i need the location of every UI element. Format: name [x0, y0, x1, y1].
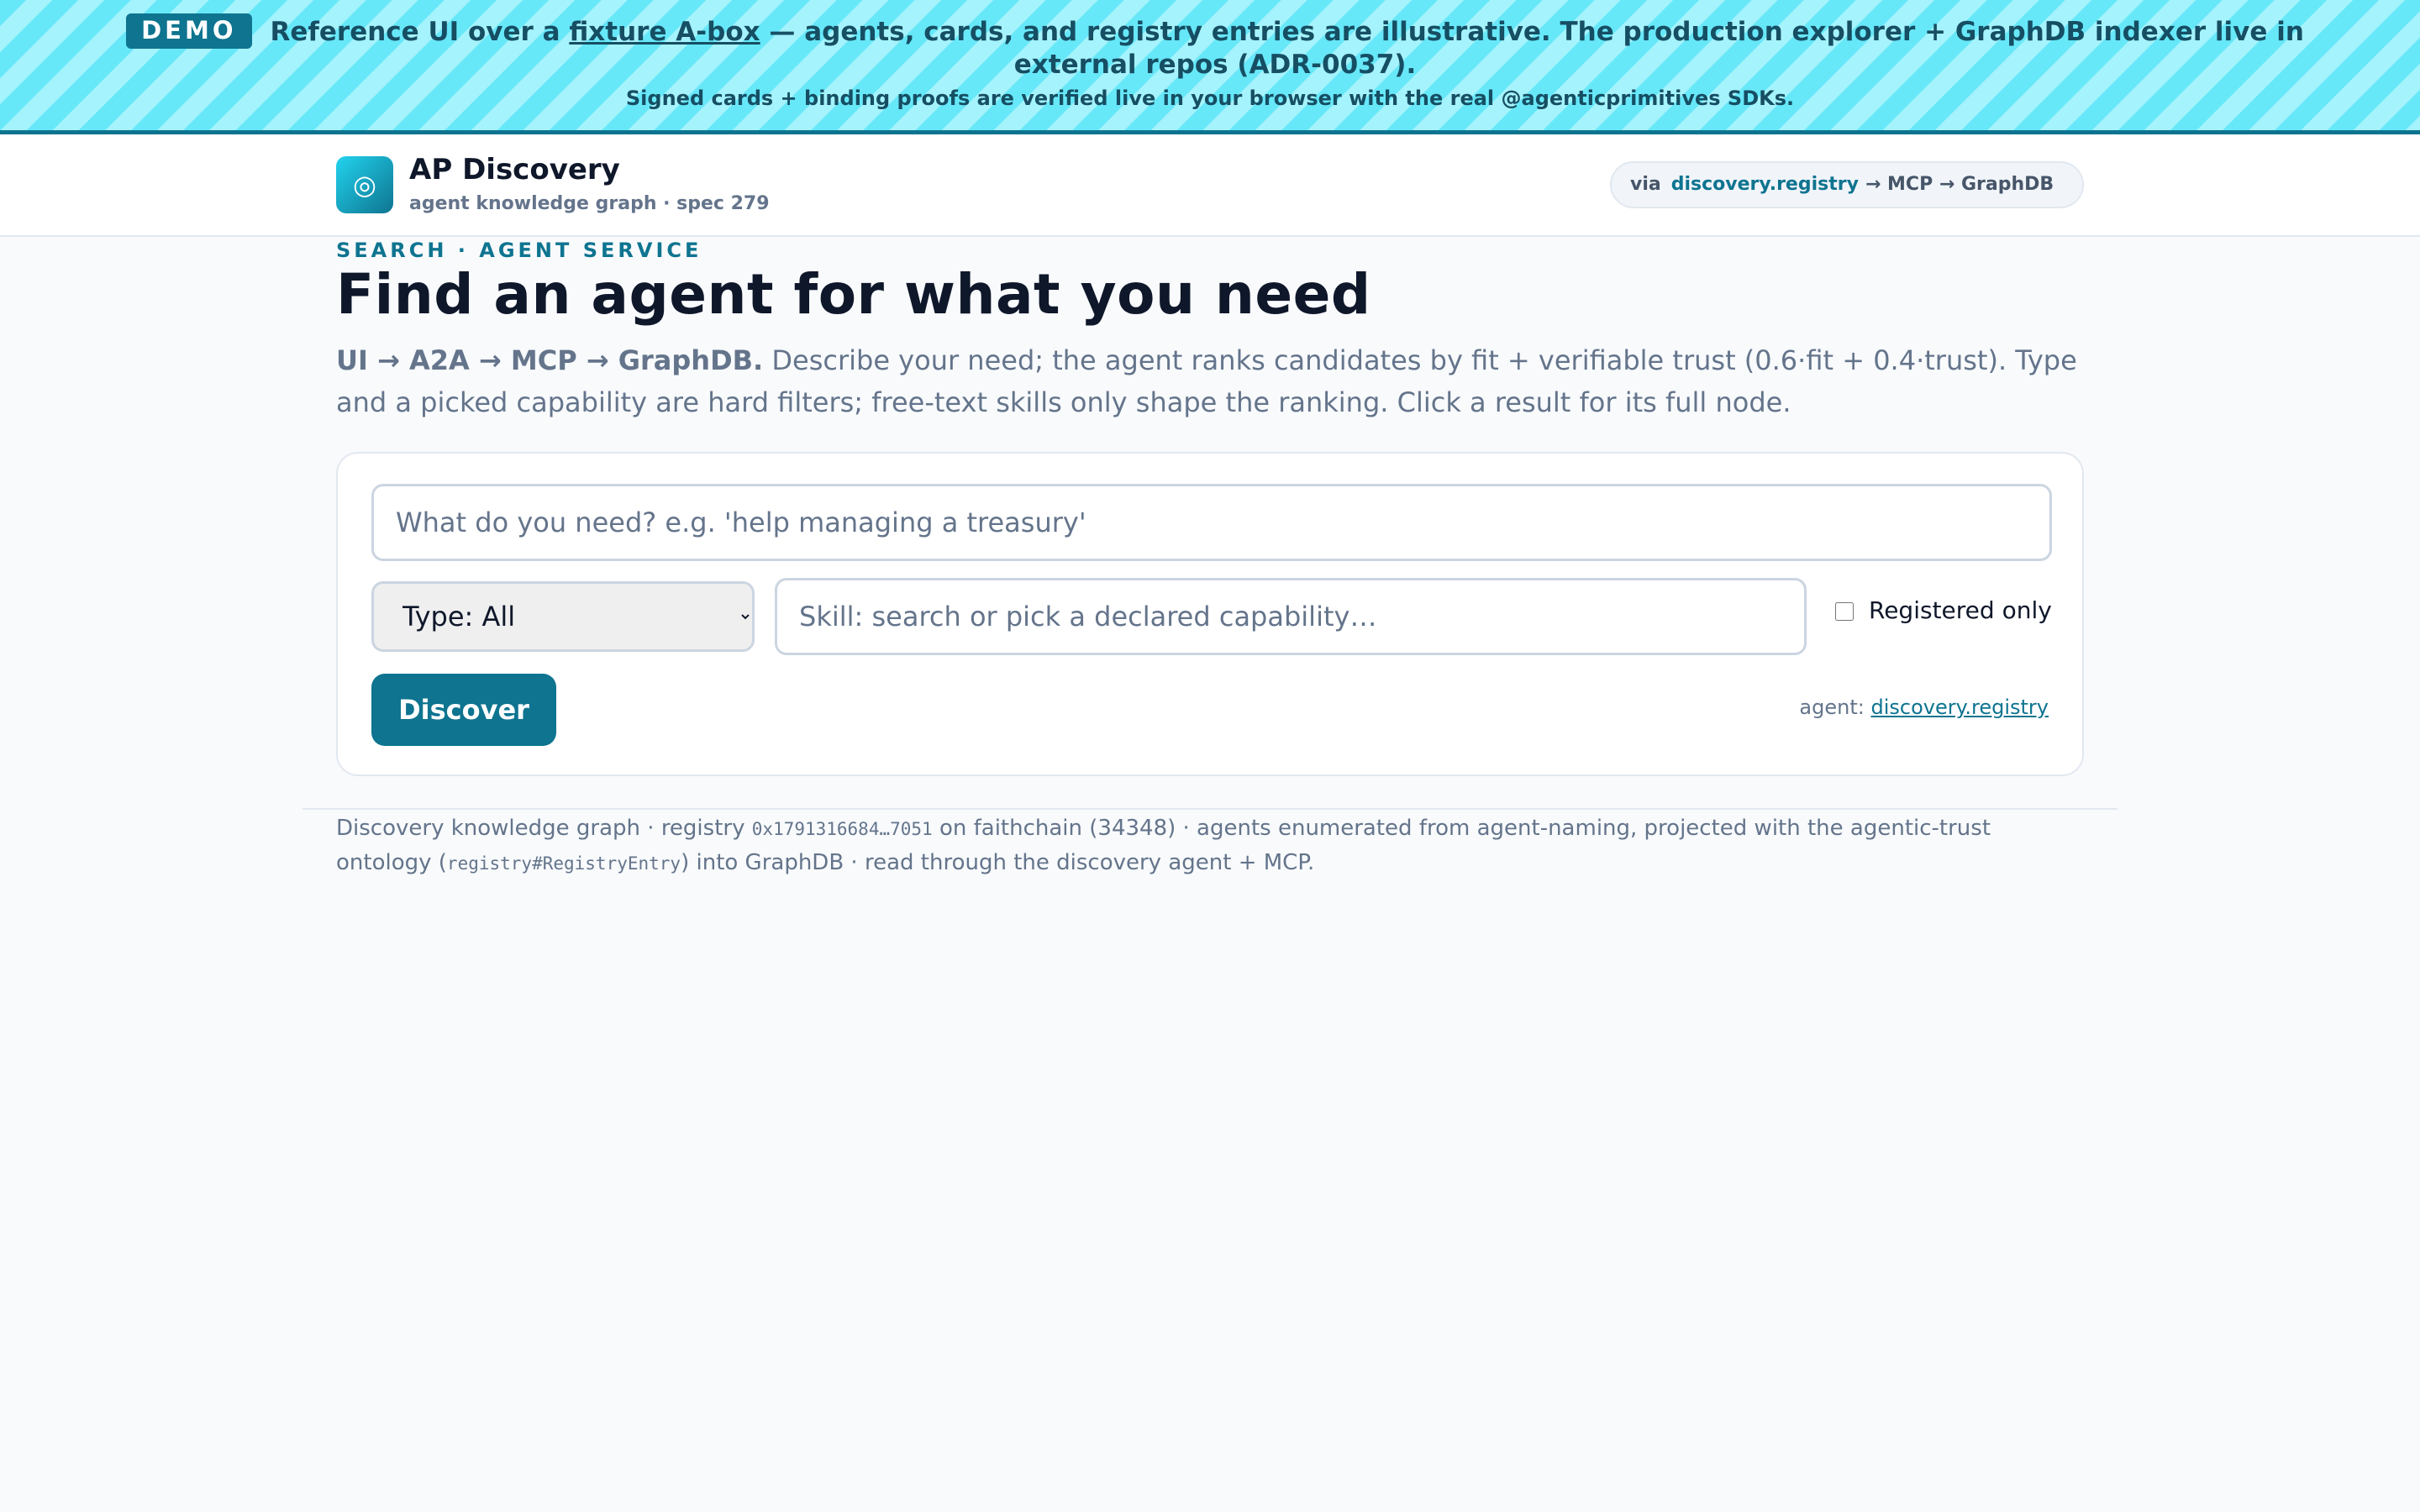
via-agent-name[interactable]: discovery.registry — [1671, 174, 1859, 195]
type-filter-select[interactable]: Type: All — [371, 581, 755, 652]
demo-badge: DEMO — [126, 13, 252, 49]
page-footer: Discovery knowledge graph · registry 0x1… — [302, 808, 2118, 875]
via-agent-pill: via discovery.registry → MCP → GraphDB — [1610, 161, 2084, 208]
agent-link[interactable]: discovery.registry — [1870, 696, 2049, 719]
discover-button[interactable]: Discover — [371, 674, 556, 746]
registered-only-checkbox[interactable] — [1835, 602, 1854, 621]
page-title: Find an agent for what you need — [336, 262, 1371, 327]
fixture-abox-link[interactable]: fixture A-box — [569, 17, 760, 47]
footer-text: Discovery knowledge graph · registry 0x1… — [336, 810, 2092, 880]
skill-search-input[interactable] — [775, 578, 1807, 655]
agent-info: agent: discovery.registry — [1799, 696, 2049, 719]
via-path: → MCP → GraphDB — [1865, 174, 2054, 195]
section-eyebrow: SEARCH · AGENT SERVICE — [336, 239, 702, 262]
search-card: Type: All Registered only Discover agent… — [336, 452, 2084, 776]
via-label: via — [1630, 174, 1661, 195]
discovery-logo-icon: ◎ — [336, 156, 393, 213]
registered-only-label: Registered only — [1869, 596, 2052, 624]
footer-part3: ) into GraphDB · read through the discov… — [681, 850, 1315, 875]
pipeline-label: UI → A2A → MCP → GraphDB. — [336, 344, 764, 376]
registry-address: 0x1791316684…7051 — [751, 819, 933, 839]
need-search-input[interactable] — [371, 484, 2052, 561]
registered-only-toggle[interactable]: Registered only — [1835, 596, 2052, 630]
banner-text-after: — agents, cards, and registry entries ar… — [769, 17, 2304, 80]
app-subtitle: agent knowledge graph · spec 279 — [409, 193, 770, 214]
ontology-term: registry#RegistryEntry — [446, 853, 681, 874]
footer-part1: Discovery knowledge graph · registry — [336, 816, 752, 841]
banner-text-before: Reference UI over a — [270, 17, 560, 47]
app-title: AP Discovery — [409, 153, 620, 186]
demo-banner-subtext: Signed cards + binding proofs are verifi… — [625, 87, 1795, 110]
page-description: UI → A2A → MCP → GraphDB. Describe your … — [336, 339, 2092, 423]
demo-banner-text: DEMO Reference UI over a fixture A-box — … — [64, 13, 2366, 81]
agent-prefix: agent: — [1799, 696, 1865, 719]
demo-banner: DEMO Reference UI over a fixture A-box — … — [0, 0, 2420, 134]
app-header: ◎ AP Discovery agent knowledge graph · s… — [0, 134, 2420, 237]
